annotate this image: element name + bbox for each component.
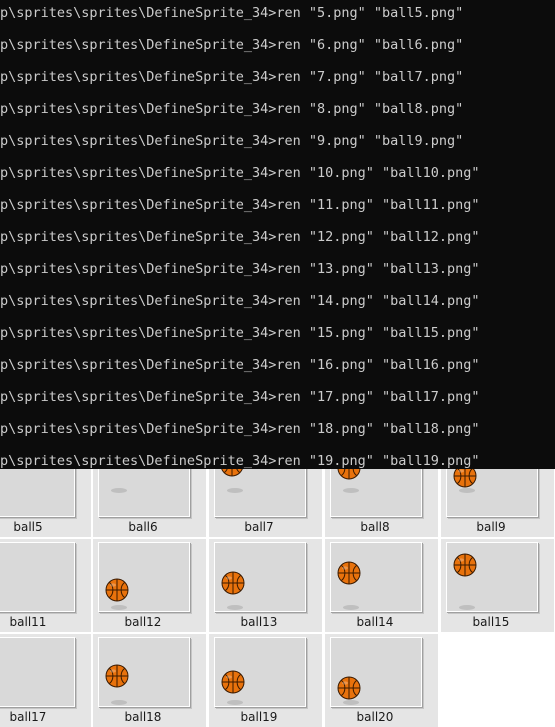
thumbnail-image	[330, 542, 422, 612]
thumbnail-image	[214, 469, 306, 517]
ball-shadow	[459, 488, 475, 493]
basketball-icon	[337, 676, 361, 700]
basketball-icon	[453, 469, 477, 488]
thumbnail-image	[330, 469, 422, 517]
file-name-label: ball5	[13, 520, 43, 534]
basketball-icon	[221, 670, 245, 694]
console-line: p\sprites\sprites\DefineSprite_34>ren "1…	[0, 453, 480, 469]
file-name-label: ball9	[476, 520, 506, 534]
command-prompt-window[interactable]: p\sprites\sprites\DefineSprite_34>ren "5…	[0, 0, 555, 469]
console-line: p\sprites\sprites\DefineSprite_34>ren "8…	[0, 101, 464, 117]
file-tile-ball5[interactable]: ball5	[0, 469, 91, 537]
thumbnail-image	[0, 637, 75, 707]
file-tile-ball15[interactable]: ball15	[441, 539, 554, 632]
file-name-label: ball14	[356, 615, 394, 629]
ball-shadow	[459, 605, 475, 610]
ball-shadow	[111, 605, 127, 610]
file-tile-ball6[interactable]: ball6	[93, 469, 206, 537]
file-tile-ball18[interactable]: ball18	[93, 634, 206, 727]
basketball-icon	[453, 553, 477, 577]
console-line: p\sprites\sprites\DefineSprite_34>ren "1…	[0, 357, 480, 373]
file-name-label: ball11	[9, 615, 47, 629]
ball-shadow	[111, 700, 127, 705]
thumbnail-image	[214, 637, 306, 707]
thumbnail-image	[446, 469, 538, 517]
file-name-label: ball7	[244, 520, 274, 534]
ball-shadow	[227, 700, 243, 705]
file-name-label: ball8	[360, 520, 390, 534]
thumbnail-image	[0, 542, 75, 612]
file-tile-ball8[interactable]: ball8	[325, 469, 438, 537]
console-line: p\sprites\sprites\DefineSprite_34>ren "1…	[0, 389, 480, 405]
thumbnail-image	[214, 542, 306, 612]
file-tile-ball9[interactable]: ball9	[441, 469, 554, 537]
basketball-icon	[221, 469, 243, 477]
basketball-icon	[105, 578, 129, 602]
ball-shadow	[343, 700, 359, 705]
console-line: p\sprites\sprites\DefineSprite_34>ren "1…	[0, 165, 480, 181]
file-name-label: ball17	[9, 710, 47, 724]
file-name-label: ball13	[240, 615, 278, 629]
console-line: p\sprites\sprites\DefineSprite_34>ren "9…	[0, 133, 464, 149]
thumbnail-image	[330, 637, 422, 707]
ball-shadow	[227, 488, 243, 493]
console-line: p\sprites\sprites\DefineSprite_34>ren "1…	[0, 421, 480, 437]
file-tile-ball12[interactable]: ball12	[93, 539, 206, 632]
file-name-label: ball12	[124, 615, 162, 629]
ball-shadow	[227, 605, 243, 610]
basketball-icon	[221, 571, 245, 595]
console-line: p\sprites\sprites\DefineSprite_34>ren "7…	[0, 69, 464, 85]
file-name-label: ball18	[124, 710, 162, 724]
console-line: p\sprites\sprites\DefineSprite_34>ren "1…	[0, 325, 480, 341]
file-tile-ball7[interactable]: ball7	[209, 469, 322, 537]
thumbnail-image	[0, 469, 75, 517]
basketball-icon	[337, 469, 361, 480]
console-line: p\sprites\sprites\DefineSprite_34>ren "1…	[0, 261, 480, 277]
file-name-label: ball19	[240, 710, 278, 724]
basketball-icon	[105, 664, 129, 688]
file-tile-ball13[interactable]: ball13	[209, 539, 322, 632]
file-tile-ball14[interactable]: ball14	[325, 539, 438, 632]
file-tile-ball19[interactable]: ball19	[209, 634, 322, 727]
file-tile-ball20[interactable]: ball20	[325, 634, 438, 727]
file-tile-ball17[interactable]: ball17	[0, 634, 91, 727]
console-line: p\sprites\sprites\DefineSprite_34>ren "6…	[0, 37, 464, 53]
file-name-label: ball20	[356, 710, 394, 724]
file-name-label: ball6	[128, 520, 158, 534]
thumbnail-image	[98, 637, 190, 707]
thumbnail-image	[446, 542, 538, 612]
file-name-label: ball15	[472, 615, 510, 629]
ball-shadow	[111, 488, 127, 493]
file-explorer-thumbnails: ball5 ball6 ball7 ball8 ball9 ball11 ball12 bal…	[0, 469, 555, 727]
thumbnail-image	[98, 469, 190, 517]
ball-shadow	[343, 488, 359, 493]
ball-shadow	[343, 605, 359, 610]
basketball-icon	[337, 561, 361, 585]
console-line: p\sprites\sprites\DefineSprite_34>ren "1…	[0, 293, 480, 309]
console-line: p\sprites\sprites\DefineSprite_34>ren "5…	[0, 5, 464, 21]
thumbnail-image	[98, 542, 190, 612]
console-line: p\sprites\sprites\DefineSprite_34>ren "1…	[0, 229, 480, 245]
file-tile-ball11[interactable]: ball11	[0, 539, 91, 632]
console-line: p\sprites\sprites\DefineSprite_34>ren "1…	[0, 197, 480, 213]
